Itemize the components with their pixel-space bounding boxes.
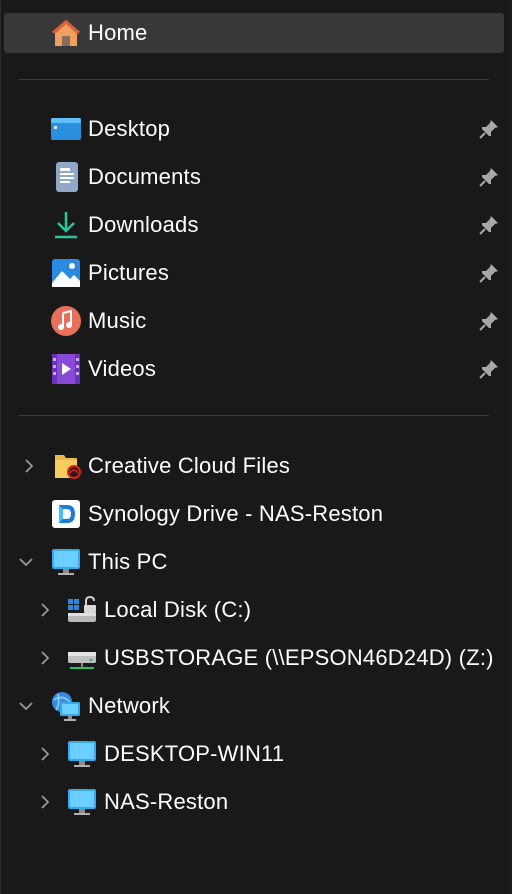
nav-item-creative-cloud-files[interactable]: Creative Cloud Files: [4, 446, 504, 486]
pin-icon[interactable]: [478, 166, 500, 188]
divider: [19, 415, 489, 416]
pin-icon[interactable]: [478, 310, 500, 332]
nav-item-pictures[interactable]: Pictures: [4, 253, 504, 293]
pin-icon[interactable]: [478, 118, 500, 140]
nav-item-label: Pictures: [88, 260, 170, 285]
nav-item-videos[interactable]: Videos: [4, 349, 504, 389]
nav-item-label: Network: [88, 693, 171, 718]
this-pc-icon: [50, 546, 82, 578]
nav-item-downloads[interactable]: Downloads: [4, 205, 504, 245]
nav-item-music[interactable]: Music: [4, 301, 504, 341]
chevron-right-icon[interactable]: [38, 747, 52, 761]
network-drive-icon: [66, 642, 98, 674]
chevron-down-icon[interactable]: [19, 699, 33, 713]
nav-item-label: Synology Drive - NAS-Reston: [88, 501, 384, 526]
documents-icon: [50, 161, 82, 193]
nav-item-label: DESKTOP-WIN11: [104, 741, 285, 766]
nav-item-this-pc[interactable]: This PC: [4, 542, 504, 582]
nav-item-label: Videos: [88, 356, 157, 381]
pin-icon[interactable]: [478, 262, 500, 284]
nav-item-synology-drive[interactable]: Synology Drive - NAS-Reston: [4, 494, 504, 534]
navigation-pane: Home Desktop Documents Downloads Picture…: [0, 0, 510, 894]
nav-item-label: USBSTORAGE (\\EPSON46D24D) (Z:): [104, 645, 494, 670]
nav-item-label: NAS-Reston: [104, 789, 229, 814]
pin-icon[interactable]: [478, 358, 500, 380]
nav-item-desktop[interactable]: Desktop: [4, 109, 504, 149]
nav-item-label: Home: [88, 20, 148, 45]
music-icon: [50, 305, 82, 337]
nav-item-label: Creative Cloud Files: [88, 453, 291, 478]
nav-item-label: Music: [88, 308, 147, 333]
local-disk-icon: [66, 594, 98, 626]
nav-item-label: Desktop: [88, 116, 171, 141]
chevron-right-icon[interactable]: [22, 459, 36, 473]
nav-item-local-disk-c[interactable]: Local Disk (C:): [4, 590, 504, 630]
nav-item-usbstorage[interactable]: USBSTORAGE (\\EPSON46D24D) (Z:): [4, 638, 504, 678]
nav-item-label: Documents: [88, 164, 202, 189]
nav-item-nas-reston[interactable]: NAS-Reston: [4, 782, 504, 822]
nav-item-desktop-win11[interactable]: DESKTOP-WIN11: [4, 734, 504, 774]
chevron-right-icon[interactable]: [38, 795, 52, 809]
computer-icon: [66, 738, 98, 770]
nav-item-documents[interactable]: Documents: [4, 157, 504, 197]
synology-drive-icon: [50, 498, 82, 530]
videos-icon: [50, 353, 82, 385]
chevron-right-icon[interactable]: [38, 603, 52, 617]
home-icon: [50, 17, 82, 49]
pin-icon[interactable]: [478, 214, 500, 236]
network-icon: [50, 690, 82, 722]
nav-item-network[interactable]: Network: [4, 686, 504, 726]
creative-cloud-folder-icon: [52, 450, 84, 482]
pictures-icon: [50, 257, 82, 289]
computer-icon: [66, 786, 98, 818]
nav-item-home[interactable]: Home: [4, 13, 504, 53]
nav-item-label: Downloads: [88, 212, 199, 237]
chevron-down-icon[interactable]: [19, 555, 33, 569]
desktop-folder-icon: [50, 113, 82, 145]
chevron-right-icon[interactable]: [38, 651, 52, 665]
nav-item-label: Local Disk (C:): [104, 597, 252, 622]
downloads-icon: [50, 209, 82, 241]
divider: [19, 79, 489, 80]
nav-item-label: This PC: [88, 549, 168, 574]
